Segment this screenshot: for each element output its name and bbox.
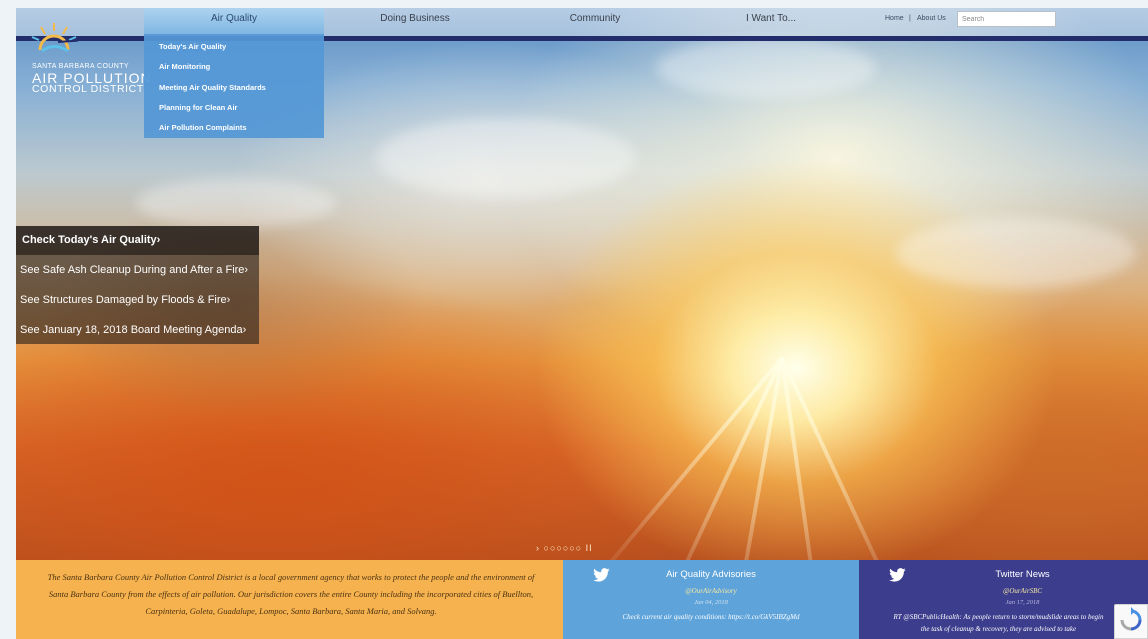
- sun-ray: [780, 357, 911, 560]
- nav-doing-business[interactable]: Doing Business: [360, 8, 470, 34]
- dropdown-complaints[interactable]: Air Pollution Complaints: [159, 123, 247, 132]
- twitter-news-panel: Twitter News @OurAirSBC Jan 17, 2018 RT …: [859, 560, 1148, 639]
- sun-ray: [780, 357, 826, 560]
- recaptcha-icon: [1120, 607, 1142, 631]
- about-text: The Santa Barbara County Air Pollution C…: [47, 572, 535, 616]
- cloud-shape: [136, 178, 336, 228]
- cloud-shape: [376, 118, 636, 198]
- twitter-news-handle[interactable]: @OurAirSBC: [859, 587, 1148, 595]
- slideshow-controls: › ○○○○○○ II: [536, 543, 593, 555]
- slider-dots[interactable]: ○○○○○○: [544, 543, 583, 553]
- nav-air-quality[interactable]: Air Quality: [144, 8, 324, 34]
- nav-community[interactable]: Community: [540, 8, 650, 34]
- sun-ray: [587, 356, 784, 560]
- hero-link-ash-cleanup[interactable]: See Safe Ash Cleanup During and After a …: [20, 264, 248, 276]
- home-link[interactable]: Home: [885, 15, 904, 22]
- advisories-date: Jan 04, 2018: [694, 599, 728, 606]
- logo-line-3: Control District: [32, 83, 144, 95]
- cloud-shape: [656, 38, 876, 98]
- dropdown-meeting-standards[interactable]: Meeting Air Quality Standards: [159, 83, 266, 92]
- advisories-title[interactable]: Air Quality Advisories: [563, 569, 859, 580]
- air-quality-dropdown: Today's Air Quality Air Monitoring Meeti…: [144, 34, 324, 138]
- cloud-shape: [896, 218, 1136, 288]
- sun-logo-icon: [31, 23, 78, 53]
- hero-link-board-meeting[interactable]: See January 18, 2018 Board Meeting Agend…: [20, 324, 246, 336]
- recaptcha-badge[interactable]: [1114, 604, 1148, 639]
- search-input[interactable]: [957, 11, 1056, 27]
- advisories-tweet[interactable]: Check current air quality conditions: ht…: [563, 611, 859, 623]
- nav-i-want-to[interactable]: I Want To...: [716, 8, 826, 34]
- site-logo[interactable]: Santa Barbara County Air Pollution Contr…: [24, 20, 151, 100]
- advisories-handle[interactable]: @OurAirAdvisory: [563, 587, 859, 595]
- logo-line-1: Santa Barbara County: [32, 63, 129, 70]
- twitter-news-tweet[interactable]: RT @SBCPublicHealth: As people return to…: [859, 611, 1148, 635]
- twitter-news-date: Jan 17, 2018: [1005, 599, 1040, 606]
- dropdown-air-monitoring[interactable]: Air Monitoring: [159, 62, 210, 71]
- hero-link-structures-damaged[interactable]: See Structures Damaged by Floods & Fire›: [20, 294, 230, 306]
- slider-pause-button[interactable]: II: [586, 543, 593, 553]
- dropdown-planning-clean-air[interactable]: Planning for Clean Air: [159, 103, 237, 112]
- about-us-link[interactable]: About Us: [917, 15, 946, 22]
- slider-prev-button[interactable]: ›: [536, 543, 540, 553]
- about-panel: The Santa Barbara County Air Pollution C…: [16, 560, 563, 639]
- hero-link-todays-air-quality[interactable]: Check Today's Air Quality›: [22, 234, 160, 246]
- air-quality-advisories-panel: Air Quality Advisories @OurAirAdvisory J…: [563, 560, 859, 639]
- dropdown-todays-air-quality[interactable]: Today's Air Quality: [159, 42, 226, 51]
- twitter-news-title[interactable]: Twitter News: [859, 569, 1148, 580]
- hero-links-panel: Check Today's Air Quality› See Safe Ash …: [16, 226, 259, 344]
- util-separator: |: [909, 15, 911, 22]
